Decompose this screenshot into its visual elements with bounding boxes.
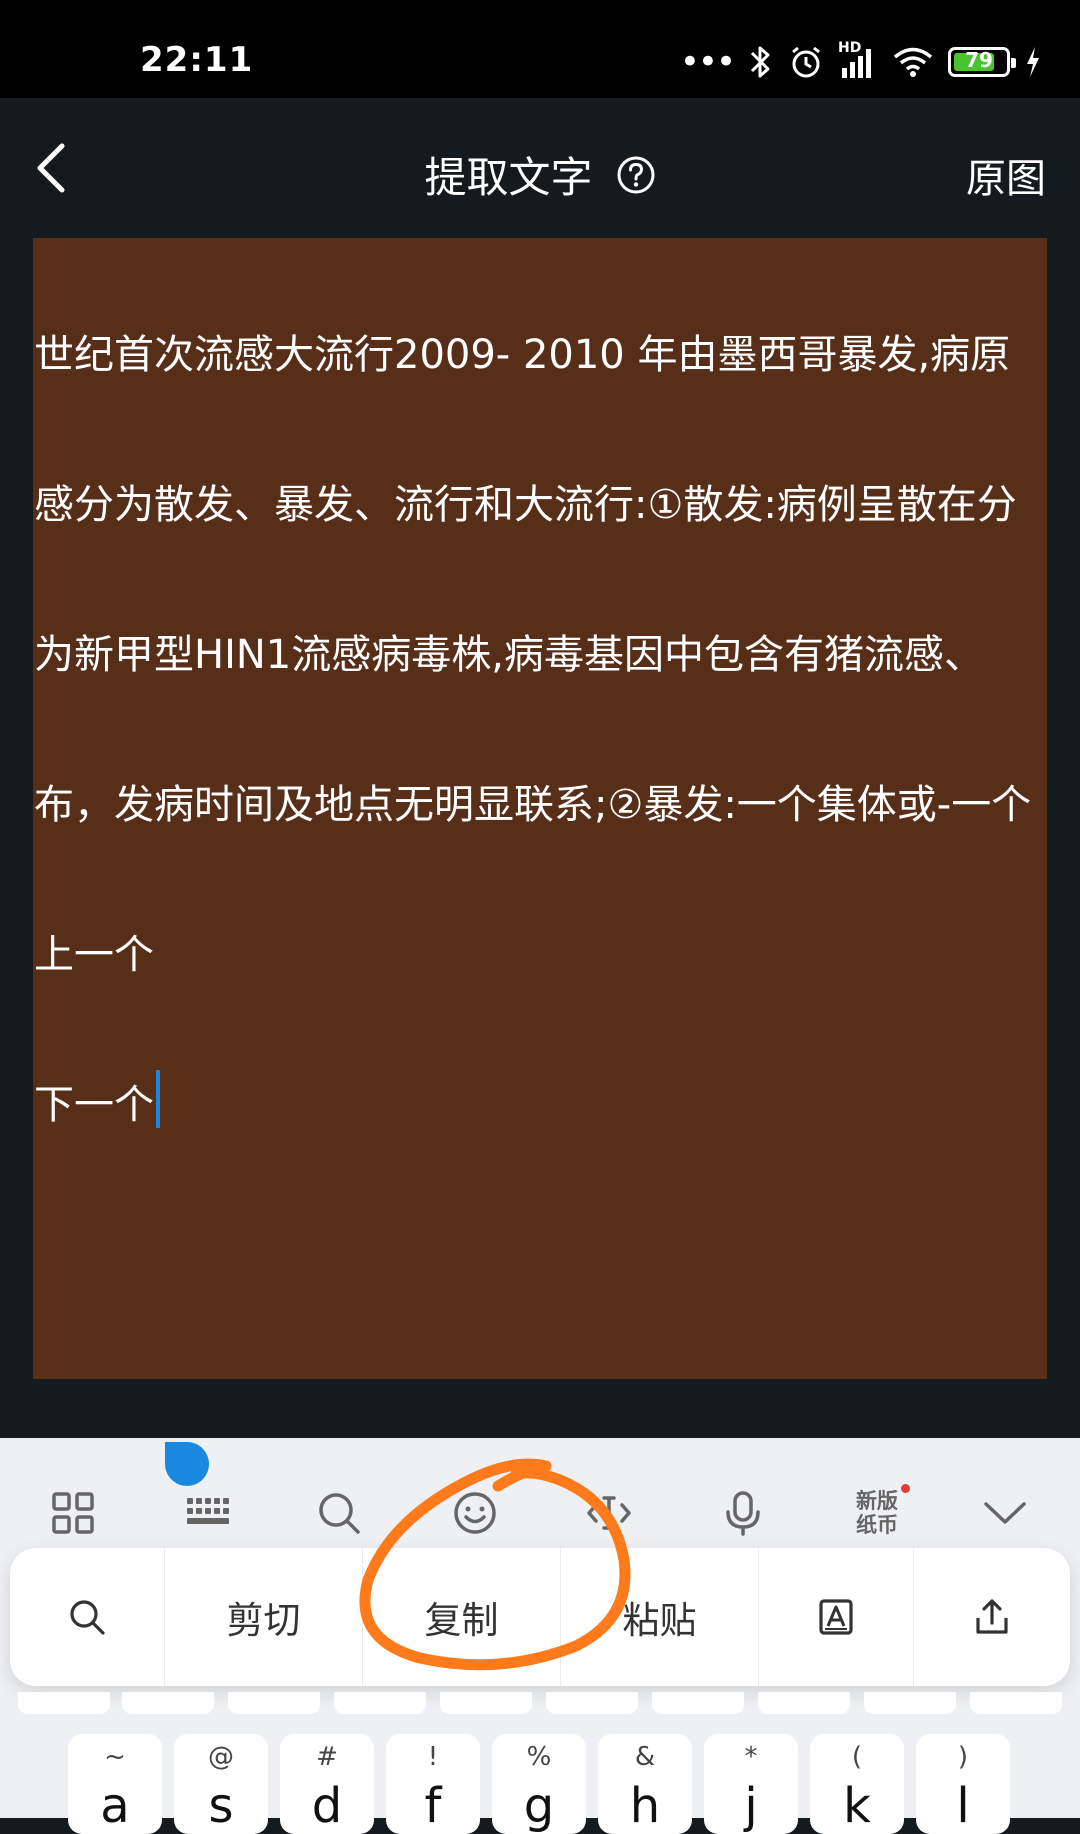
- hidden-key: [440, 1692, 532, 1714]
- select-all-icon: [819, 1599, 853, 1635]
- keyboard-icon: [187, 1498, 229, 1524]
- keyboard-search-button[interactable]: [304, 1478, 374, 1548]
- key-symbol: #: [316, 1742, 338, 1772]
- key-s[interactable]: @ s: [174, 1734, 268, 1834]
- copy-button[interactable]: 复制: [363, 1548, 561, 1686]
- microphone-icon: [726, 1491, 760, 1536]
- text-cursor-icon: [587, 1496, 631, 1530]
- hidden-key: [652, 1692, 744, 1714]
- key-letter: g: [523, 1778, 555, 1834]
- keyboard: 新版 纸币 剪切 复制 粘贴 ~ a @ s # d ! f % g & h *…: [0, 1438, 1080, 1834]
- new-paper-line1: 新版: [856, 1489, 898, 1513]
- key-letter: s: [208, 1778, 234, 1834]
- hidden-key: [18, 1692, 110, 1714]
- text-paragraph: 世纪首次流感大流行2009- 2010 年由墨西哥暴发,病原: [34, 332, 1011, 378]
- key-symbol: (: [851, 1742, 863, 1772]
- wifi-icon: [893, 47, 933, 77]
- text-paragraph-last: 下一个: [34, 1068, 1054, 1143]
- charging-icon: [1027, 47, 1039, 77]
- key-symbol: %: [526, 1742, 552, 1772]
- text-paragraph: 为新甲型HIN1流感病毒株,病毒基因中包含有猪流感、: [34, 632, 984, 678]
- hidden-key: [122, 1692, 214, 1714]
- text-paragraph: 上一个: [34, 932, 154, 978]
- status-bar: 22:11 ••• HD 79: [0, 0, 1080, 98]
- key-a[interactable]: ~ a: [68, 1734, 162, 1834]
- new-paper-money-label: 新版 纸币: [856, 1489, 898, 1537]
- battery-percent: 79: [965, 48, 993, 72]
- battery-icon: 79: [948, 47, 1016, 77]
- key-letter: f: [424, 1778, 442, 1834]
- key-g[interactable]: % g: [492, 1734, 586, 1834]
- paste-button[interactable]: 粘贴: [561, 1548, 759, 1686]
- emoji-button[interactable]: [440, 1478, 510, 1548]
- key-letter: k: [843, 1778, 871, 1834]
- status-time: 22:11: [140, 40, 254, 80]
- keyboard-switch-button[interactable]: [171, 1478, 241, 1548]
- key-letter: j: [744, 1778, 758, 1834]
- page-title: 提取文字: [424, 153, 593, 202]
- key-symbol: !: [427, 1742, 439, 1772]
- bluetooth-icon: [750, 46, 770, 78]
- apps-grid-icon: [52, 1492, 94, 1534]
- key-letter: a: [100, 1778, 130, 1834]
- collapse-keyboard-button[interactable]: [970, 1478, 1040, 1548]
- text-paragraph: 布，发病时间及地点无明显联系;②暴发:一个集体或-一个: [34, 782, 1032, 828]
- notification-dot: [901, 1484, 910, 1493]
- hidden-key: [334, 1692, 426, 1714]
- cursor-move-button[interactable]: [574, 1478, 644, 1548]
- key-symbol: ): [957, 1742, 969, 1772]
- key-symbol: ~: [104, 1742, 126, 1772]
- keyboard-row-asdf: ~ a @ s # d ! f % g & h * j ( k) l: [0, 1734, 1080, 1834]
- select-all-button[interactable]: [759, 1548, 914, 1686]
- key-d[interactable]: # d: [280, 1734, 374, 1834]
- search-icon: [70, 1600, 105, 1635]
- alarm-icon: [792, 46, 820, 78]
- edit-search-button[interactable]: [10, 1548, 165, 1686]
- key-j[interactable]: * j: [704, 1734, 798, 1834]
- text-paragraph: 感分为散发、暴发、流行和大流行:①散发:病例呈散在分: [34, 482, 1017, 528]
- hidden-key: [546, 1692, 638, 1714]
- voice-input-button[interactable]: [708, 1478, 778, 1548]
- help-icon[interactable]: [616, 155, 656, 195]
- edit-menu: 剪切 复制 粘贴: [10, 1548, 1070, 1686]
- extracted-text-area[interactable]: 世纪首次流感大流行2009- 2010 年由墨西哥暴发,病原 感分为散发、暴发、…: [0, 238, 1080, 1438]
- extracted-text[interactable]: 世纪首次流感大流行2009- 2010 年由墨西哥暴发,病原 感分为散发、暴发、…: [34, 318, 1054, 1143]
- key-l[interactable]: ) l: [916, 1734, 1010, 1834]
- header-title-group: 提取文字: [0, 144, 1080, 205]
- text-paragraph-last-label: 下一个: [34, 1082, 154, 1128]
- hidden-key: [228, 1692, 320, 1714]
- key-h[interactable]: & h: [598, 1734, 692, 1834]
- hidden-key: [864, 1692, 956, 1714]
- key-letter: h: [629, 1778, 661, 1834]
- status-icons: ••• HD 79: [680, 40, 1042, 84]
- more-dots-icon: •••: [679, 42, 736, 82]
- search-icon: [319, 1493, 360, 1534]
- emoji-icon: [454, 1492, 496, 1534]
- signal-icon: HD: [838, 40, 878, 80]
- key-letter: d: [311, 1778, 343, 1834]
- hidden-key: [758, 1692, 850, 1714]
- chevron-down-icon: [984, 1502, 1026, 1524]
- original-image-button[interactable]: 原图: [966, 146, 1046, 204]
- new-paper-money-button[interactable]: 新版 纸币: [842, 1478, 912, 1548]
- apps-grid-button[interactable]: [38, 1478, 108, 1548]
- new-paper-line2: 纸币: [856, 1513, 898, 1537]
- key-symbol: @: [208, 1742, 234, 1772]
- key-f[interactable]: ! f: [386, 1734, 480, 1834]
- key-k[interactable]: ( k: [810, 1734, 904, 1834]
- key-symbol: &: [634, 1742, 656, 1772]
- share-icon: [976, 1599, 1008, 1634]
- cursor-handle[interactable]: [165, 1442, 209, 1486]
- text-cursor: [156, 1070, 160, 1128]
- key-letter: l: [956, 1778, 970, 1834]
- hidden-key: [970, 1692, 1062, 1714]
- key-symbol: *: [744, 1742, 758, 1772]
- share-button[interactable]: [914, 1548, 1070, 1686]
- app-header: 提取文字 原图: [0, 98, 1080, 238]
- cut-button[interactable]: 剪切: [165, 1548, 363, 1686]
